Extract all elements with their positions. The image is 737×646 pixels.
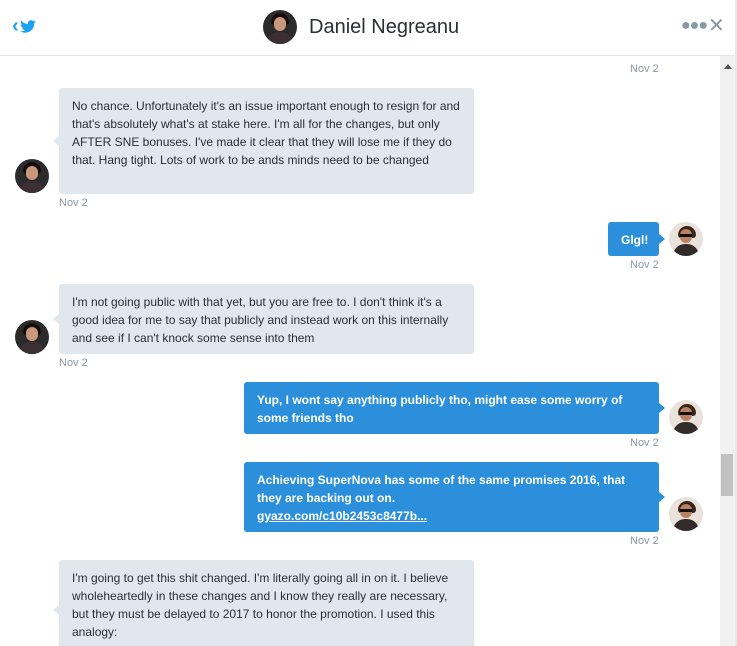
message-bubble: Achieving SuperNova has some of the same… xyxy=(244,462,665,532)
avatar xyxy=(15,159,49,193)
message-timestamp: Nov 2 xyxy=(630,63,659,75)
chevron-left-icon: ‹ xyxy=(12,15,19,37)
message-timestamp: Nov 2 xyxy=(630,535,659,547)
avatar xyxy=(669,497,703,531)
scrollbar-thumb[interactable] xyxy=(721,454,733,496)
avatar xyxy=(669,222,703,256)
avatar xyxy=(669,400,703,434)
avatar xyxy=(15,320,49,354)
message-list[interactable]: Nov 2 No chance. Unfortunately it's an i… xyxy=(0,56,720,646)
message-timestamp: Nov 2 xyxy=(630,259,659,271)
message-text: Achieving SuperNova has some of the same… xyxy=(257,473,626,505)
back-button[interactable]: ‹ xyxy=(12,16,36,36)
more-dots-icon: ●●● xyxy=(681,17,708,34)
twitter-bird-icon xyxy=(19,19,36,33)
message-bubble: I'm not going public with that yet, but … xyxy=(53,284,474,354)
message-link[interactable]: gyazo.com/c10b2453c8477b... xyxy=(257,509,427,523)
scrollbar[interactable] xyxy=(720,56,735,646)
message-timestamp: Nov 2 xyxy=(59,197,88,209)
conversation-header: ‹ Daniel Negreanu ●●● ✕ xyxy=(0,0,735,56)
message-timestamp: Nov 2 xyxy=(59,357,88,369)
message-bubble: Yup, I wont say anything publicly tho, m… xyxy=(244,382,665,434)
header-title[interactable]: Daniel Negreanu xyxy=(263,10,459,44)
message-bubble: Glgl! xyxy=(608,222,665,256)
more-options-button[interactable]: ●●● xyxy=(681,17,708,35)
message-timestamp: Nov 2 xyxy=(630,437,659,449)
close-button[interactable]: ✕ xyxy=(708,16,725,36)
avatar xyxy=(263,10,297,44)
message-bubble: I'm going to get this shit changed. I'm … xyxy=(53,560,474,646)
contact-name: Daniel Negreanu xyxy=(309,15,460,38)
message-bubble: No chance. Unfortunately it's an issue i… xyxy=(53,88,474,194)
close-icon: ✕ xyxy=(708,15,725,37)
scroll-up-arrow-icon[interactable] xyxy=(724,64,732,69)
